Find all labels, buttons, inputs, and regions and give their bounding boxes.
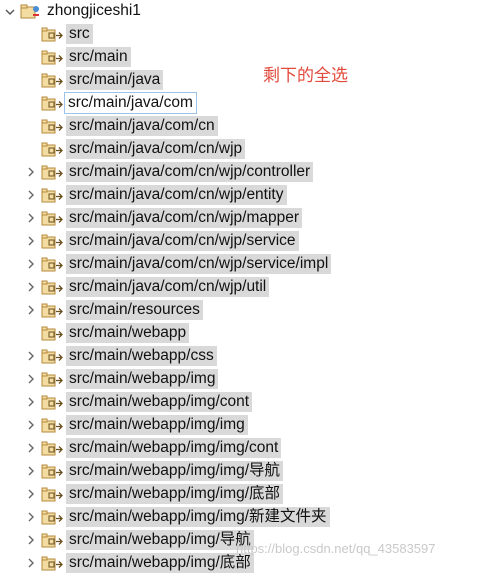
package-folder-icon [41,395,63,410]
project-node[interactable]: zhongjiceshi1 [0,0,484,23]
package-label: src/main/webapp/img/img [66,415,248,435]
package-label: src/main/java/com/cn/wjp [66,139,246,159]
chevron-right-icon[interactable] [25,235,37,247]
package-folder-icon [41,188,63,203]
package-label: src/main/java/com/cn/wjp/service/impl [66,254,332,274]
package-folder-icon [41,326,63,341]
package-label: src/main/java/com/cn/wjp/util [66,277,270,297]
package-folder-icon [41,234,63,249]
java-project-icon [20,4,39,19]
package-label: src/main/java/com/cn/wjp/service [66,231,299,251]
chevron-right-icon[interactable] [25,212,37,224]
chevron-right-icon[interactable] [25,442,37,454]
chevron-down-icon[interactable] [4,6,16,18]
package-label: src/main/resources [66,300,203,320]
package-label: src/main/webapp/img/img/导航 [66,461,284,481]
package-node[interactable]: src/main/webapp/img/img/cont [0,437,484,460]
package-node[interactable]: src/main/webapp/img/img [0,414,484,437]
package-node[interactable]: src/main/java/com/cn/wjp/controller [0,161,484,184]
package-node[interactable]: src/main/webapp/img [0,368,484,391]
package-node[interactable]: src/main [0,46,484,69]
project-name: zhongjiceshi1 [47,2,141,19]
chevron-right-icon[interactable] [25,534,37,546]
package-folder-icon [41,372,63,387]
package-node[interactable]: src/main/webapp [0,322,484,345]
package-label: src/main/webapp/img/img/底部 [66,484,284,504]
package-node[interactable]: src/main/java/com/cn/wjp/service [0,230,484,253]
package-label: src/main/java/com/cn/wjp/controller [66,162,314,182]
package-label: src/main/webapp/img/导航 [66,530,254,550]
package-node[interactable]: src/main/webapp/img/img/新建文件夹 [0,506,484,529]
chevron-right-icon[interactable] [25,304,37,316]
package-folder-icon [41,165,63,180]
package-folder-icon [41,556,63,571]
chevron-right-icon[interactable] [25,396,37,408]
chevron-right-icon[interactable] [25,166,37,178]
package-label: src/main/java/com/cn [66,116,218,136]
package-node[interactable]: src/main/webapp/img/img/导航 [0,460,484,483]
package-folder-icon [41,441,63,456]
package-label: src/main/webapp/img [66,369,219,389]
package-label: src/main/webapp/img/img/新建文件夹 [66,507,330,527]
package-node[interactable]: src/main/java/com/cn [0,115,484,138]
package-label: src/main/webapp/img/cont [66,392,253,412]
package-label: src/main/webapp/css [66,346,217,366]
chevron-right-icon[interactable] [25,258,37,270]
watermark: https://blog.csdn.net/qq_43583597 [236,541,436,556]
package-node[interactable]: src/main/webapp/img/img/底部 [0,483,484,506]
chevron-right-icon[interactable] [25,373,37,385]
package-node[interactable]: src [0,23,484,46]
package-node[interactable]: src/main/java/com/cn/wjp [0,138,484,161]
chevron-right-icon[interactable] [25,350,37,362]
package-folder-icon [41,96,63,111]
package-folder-icon [41,464,63,479]
package-folder-icon [41,303,63,318]
package-folder-icon [41,349,63,364]
package-folder-icon [41,27,63,42]
chevron-right-icon[interactable] [25,465,37,477]
package-folder-icon [41,257,63,272]
package-label: src/main [66,47,131,67]
package-node[interactable]: src/main/java/com/cn/wjp/mapper [0,207,484,230]
chevron-right-icon[interactable] [25,488,37,500]
package-node[interactable]: src/main/java/com/cn/wjp/util [0,276,484,299]
package-folder-icon [41,510,63,525]
chevron-right-icon[interactable] [25,557,37,569]
package-label: src [66,24,93,44]
package-node[interactable]: src/main/webapp/img/cont [0,391,484,414]
package-label: src/main/java/com/cn/wjp/entity [66,185,287,205]
package-folder-icon [41,487,63,502]
package-label: src/main/webapp [66,323,190,343]
annotation-note: 剩下的全选 [263,66,348,85]
package-folder-icon [41,142,63,157]
package-folder-icon [41,119,63,134]
chevron-right-icon[interactable] [25,511,37,523]
package-node[interactable]: src/main/webapp/css [0,345,484,368]
package-label: src/main/java/com/cn/wjp/mapper [66,208,302,228]
chevron-right-icon[interactable] [25,281,37,293]
package-label: src/main/webapp/img/底部 [66,553,254,573]
package-node[interactable]: src/main/java/com/cn/wjp/service/impl [0,253,484,276]
package-label: src/main/webapp/img/img/cont [66,438,282,458]
chevron-right-icon[interactable] [25,189,37,201]
package-folder-icon [41,50,63,65]
package-folder-icon [41,418,63,433]
package-node[interactable]: src/main/java [0,69,484,92]
package-folder-icon [41,280,63,295]
package-node[interactable]: src/main/java/com [0,92,484,115]
package-node[interactable]: src/main/resources [0,299,484,322]
package-folder-icon [41,73,63,88]
package-label: src/main/java [66,70,164,90]
package-node[interactable]: src/main/java/com/cn/wjp/entity [0,184,484,207]
package-folder-icon [41,211,63,226]
package-label: src/main/java/com [64,92,197,114]
chevron-right-icon[interactable] [25,419,37,431]
package-folder-icon [41,533,63,548]
package-explorer-tree: zhongjiceshi1 src src/main src/main/java… [0,0,484,575]
